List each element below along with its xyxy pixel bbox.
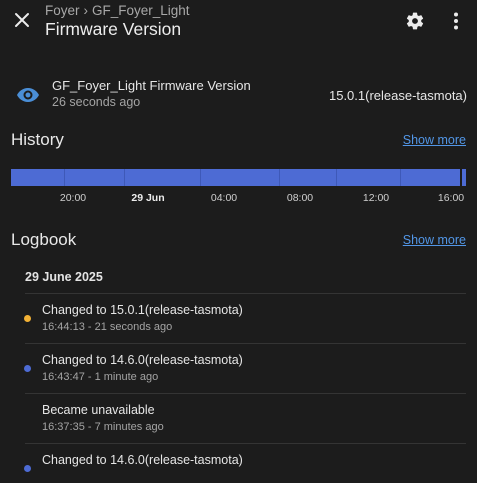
state-dot-icon bbox=[24, 365, 31, 372]
timeline-gridline bbox=[400, 169, 401, 186]
timeline-axis-label: 12:00 bbox=[362, 192, 390, 204]
logbook-entry[interactable]: Changed to 14.6.0(release-tasmota) bbox=[0, 443, 477, 483]
breadcrumb-area: Foyer bbox=[45, 3, 80, 18]
breadcrumb-device: GF_Foyer_Light bbox=[92, 3, 190, 18]
timeline-gridline bbox=[124, 169, 125, 186]
entity-more-info-dialog: Foyer › GF_Foyer_Light Firmware Version GF… bbox=[0, 0, 477, 483]
timeline-axis-label: 16:00 bbox=[437, 192, 465, 204]
timeline-axis-label: 20:00 bbox=[59, 192, 87, 204]
logbook-entry-time: 16:37:35 - 7 minutes ago bbox=[42, 421, 164, 433]
page-title: Firmware Version bbox=[45, 19, 182, 39]
settings-button[interactable] bbox=[403, 9, 427, 33]
close-icon bbox=[15, 13, 29, 27]
history-timeline-bar[interactable] bbox=[11, 169, 466, 186]
state-dot-icon bbox=[24, 465, 31, 472]
gear-icon bbox=[406, 12, 424, 30]
logbook-entry[interactable]: Changed to 15.0.1(release-tasmota) 16:44… bbox=[0, 293, 477, 343]
logbook-entry-time: 16:43:47 - 1 minute ago bbox=[42, 371, 159, 383]
breadcrumb: Foyer › GF_Foyer_Light bbox=[45, 3, 190, 18]
history-title: History bbox=[11, 130, 64, 149]
logbook-entry[interactable]: Became unavailable 16:37:35 - 7 minutes … bbox=[0, 393, 477, 443]
logbook-entry-message: Changed to 14.6.0(release-tasmota) bbox=[42, 453, 243, 467]
timeline-state-change-marker bbox=[460, 169, 462, 186]
timeline-axis-label: 04:00 bbox=[210, 192, 238, 204]
logbook-entry-time: 16:44:13 - 21 seconds ago bbox=[42, 321, 173, 333]
entity-state-row: GF_Foyer_Light Firmware Version 26 secon… bbox=[0, 72, 477, 118]
breadcrumb-separator: › bbox=[83, 3, 89, 18]
logbook-date-header: 29 June 2025 bbox=[25, 270, 103, 284]
state-dot-icon bbox=[24, 315, 31, 322]
logbook-entry-message: Changed to 15.0.1(release-tasmota) bbox=[42, 303, 243, 317]
logbook-title: Logbook bbox=[11, 230, 77, 249]
more-options-button[interactable] bbox=[446, 9, 466, 33]
entity-state-value: 15.0.1(release-tasmota) bbox=[328, 88, 467, 103]
timeline-gridline bbox=[336, 169, 337, 186]
logbook-entry[interactable]: Changed to 14.6.0(release-tasmota) 16:43… bbox=[0, 343, 477, 393]
timeline-axis-label: 08:00 bbox=[286, 192, 314, 204]
entity-name: GF_Foyer_Light Firmware Version bbox=[52, 78, 251, 93]
dots-vertical-icon bbox=[454, 12, 458, 30]
close-button[interactable] bbox=[8, 6, 36, 34]
timeline-gridline bbox=[200, 169, 201, 186]
logbook-entry-message: Became unavailable bbox=[42, 403, 155, 417]
history-show-more-link[interactable]: Show more bbox=[403, 133, 466, 147]
logbook-entry-message: Changed to 14.6.0(release-tasmota) bbox=[42, 353, 243, 367]
eye-icon bbox=[17, 88, 39, 102]
timeline-gridline bbox=[64, 169, 65, 186]
timeline-axis-label: 29 Jun bbox=[131, 192, 165, 204]
timeline-gridline bbox=[279, 169, 280, 186]
dialog-header: Foyer › GF_Foyer_Light Firmware Version bbox=[0, 0, 477, 52]
entity-last-changed: 26 seconds ago bbox=[52, 95, 141, 109]
logbook-show-more-link[interactable]: Show more bbox=[403, 233, 466, 247]
